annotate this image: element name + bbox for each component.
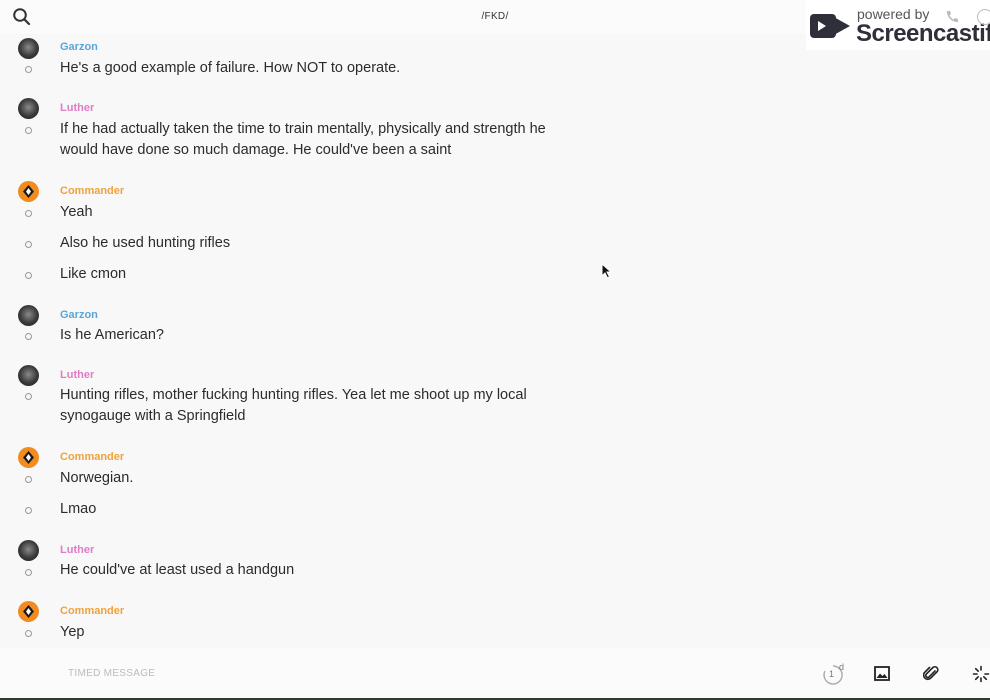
- avatar-commander[interactable]: [18, 447, 39, 468]
- message-text: If he had actually taken the time to tra…: [60, 121, 546, 158]
- message-status-dot[interactable]: [25, 210, 32, 217]
- mouse-cursor-icon: [601, 263, 613, 279]
- message-status-dot[interactable]: [25, 393, 32, 400]
- message-status-dot[interactable]: [25, 333, 32, 340]
- avatar-garzon[interactable]: [18, 305, 39, 326]
- message-text: Yeah: [60, 204, 93, 220]
- message-text: Like cmon: [60, 266, 127, 282]
- sender-name[interactable]: Garzon: [60, 41, 98, 53]
- message-status-dot[interactable]: [25, 507, 32, 514]
- message-text: Hunting rifles, mother fucking hunting r…: [60, 387, 527, 424]
- info-icon[interactable]: [977, 9, 990, 25]
- message-feed: Garzon He's a good example of failure. H…: [0, 34, 990, 648]
- message-status-dot[interactable]: [25, 569, 32, 576]
- sender-name[interactable]: Garzon: [60, 309, 98, 321]
- sender-name[interactable]: Luther: [60, 102, 94, 114]
- message-text: Yep: [60, 624, 85, 640]
- message-text: He's a good example of failure. How NOT …: [60, 60, 401, 76]
- sender-name[interactable]: Commander: [60, 451, 124, 463]
- avatar-commander[interactable]: [18, 601, 39, 622]
- avatar-luther[interactable]: [18, 98, 39, 119]
- avatar-luther[interactable]: [18, 365, 39, 386]
- message-text: Also he used hunting rifles: [60, 235, 231, 251]
- message-text: He could've at least used a handgun: [60, 562, 295, 578]
- avatar-commander[interactable]: [18, 181, 39, 202]
- image-icon[interactable]: [874, 666, 890, 681]
- message-status-dot[interactable]: [25, 630, 32, 637]
- composer-bar: TIMED MESSAGE 1 d: [0, 648, 990, 700]
- spinner-icon[interactable]: [972, 665, 990, 683]
- sender-name[interactable]: Commander: [60, 185, 124, 197]
- timer-unit: d: [839, 662, 845, 672]
- avatar-garzon[interactable]: [18, 38, 39, 59]
- message-status-dot[interactable]: [25, 66, 32, 73]
- message-status-dot[interactable]: [25, 127, 32, 134]
- message-status-dot[interactable]: [25, 241, 32, 248]
- message-text: Lmao: [60, 501, 97, 517]
- timed-message-input[interactable]: TIMED MESSAGE: [68, 668, 155, 679]
- message-status-dot[interactable]: [25, 476, 32, 483]
- message-status-dot[interactable]: [25, 272, 32, 279]
- timer-value: 1: [829, 669, 835, 679]
- avatar-luther[interactable]: [18, 540, 39, 561]
- sender-name[interactable]: Commander: [60, 605, 124, 617]
- sender-name[interactable]: Luther: [60, 369, 94, 381]
- message-text: Norwegian.: [60, 470, 134, 486]
- message-text: Is he American?: [60, 327, 164, 343]
- phone-icon[interactable]: [944, 9, 960, 25]
- paperclip-icon[interactable]: [923, 665, 939, 683]
- sender-name[interactable]: Luther: [60, 544, 94, 556]
